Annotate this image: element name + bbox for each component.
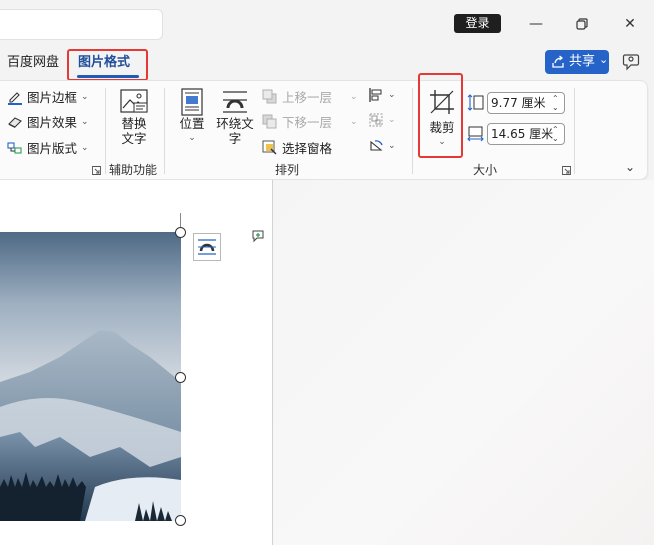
mountain-photo-image bbox=[0, 232, 181, 521]
group-objects-button[interactable]: ⌄ bbox=[368, 112, 396, 128]
width-value: 14.65 厘米 bbox=[491, 127, 554, 141]
group-separator bbox=[412, 88, 413, 174]
chevron-down-icon: ⌄ bbox=[599, 53, 609, 66]
position-label: 位置 bbox=[179, 116, 205, 131]
title-bar: 登录 — ✕ bbox=[0, 0, 654, 46]
chevron-down-icon: ⌄ bbox=[350, 91, 358, 102]
bring-forward-icon bbox=[262, 89, 277, 103]
effects-icon bbox=[8, 116, 22, 128]
share-button[interactable]: 共享 ⌄ bbox=[545, 50, 609, 74]
alt-text-icon bbox=[120, 89, 148, 113]
width-stepper[interactable]: ⌃ ⌄ bbox=[552, 125, 561, 143]
selection-pane-button[interactable]: 选择窗格 bbox=[262, 138, 332, 157]
chevron-down-icon: ⌄ bbox=[81, 91, 89, 102]
restore-icon bbox=[576, 18, 588, 30]
picture-border-label: 图片边框 bbox=[27, 90, 78, 105]
rotate-button[interactable]: ⌄ bbox=[368, 138, 396, 154]
size-group-label: 大小 bbox=[473, 163, 498, 177]
chevron-down-icon: ⌄ bbox=[350, 116, 358, 127]
bring-forward-button[interactable]: 上移一层 ⌄ bbox=[262, 87, 358, 106]
chevron-down-icon: ⌄ bbox=[81, 142, 89, 153]
pen-border-icon bbox=[8, 91, 22, 105]
minimize-button[interactable]: — bbox=[524, 12, 548, 36]
resize-handle-top-right[interactable] bbox=[175, 227, 186, 238]
picture-layout-button[interactable]: 图片版式 ⌄ bbox=[7, 138, 89, 157]
picture-layout-icon bbox=[7, 141, 22, 154]
search-box[interactable] bbox=[0, 9, 163, 40]
width-input[interactable]: 14.65 厘米 ⌃ ⌄ bbox=[487, 123, 565, 145]
comment-person-icon bbox=[622, 54, 640, 71]
position-button[interactable]: 位置 ⌄ bbox=[176, 88, 208, 146]
highlight-box-crop bbox=[418, 73, 463, 158]
layout-options-button[interactable] bbox=[193, 233, 221, 261]
selection-pane-icon bbox=[262, 140, 277, 154]
width-icon bbox=[467, 126, 484, 142]
picture-effects-button[interactable]: 图片效果 ⌄ bbox=[7, 112, 89, 131]
restore-button[interactable] bbox=[570, 12, 594, 36]
alt-text-label: 替换文字 bbox=[121, 116, 147, 146]
dialog-launcher-icon[interactable] bbox=[562, 166, 571, 175]
group-objects-icon bbox=[369, 113, 383, 127]
wrap-text-label: 环绕文字 bbox=[216, 116, 254, 146]
layout-options-icon bbox=[198, 239, 216, 255]
chevron-down-icon: ⌄ bbox=[388, 90, 396, 100]
comments-button[interactable] bbox=[621, 52, 643, 74]
group-separator bbox=[574, 88, 575, 174]
group-separator bbox=[105, 88, 106, 174]
wrap-text-icon bbox=[223, 91, 247, 113]
add-comment-icon[interactable] bbox=[251, 229, 265, 243]
height-stepper[interactable]: ⌃ ⌄ bbox=[552, 94, 561, 112]
share-label: 共享 bbox=[569, 54, 596, 69]
picture-border-button[interactable]: 图片边框 ⌄ bbox=[7, 87, 89, 106]
height-icon bbox=[467, 94, 484, 111]
selected-picture[interactable] bbox=[0, 232, 181, 521]
login-button[interactable]: 登录 bbox=[454, 14, 501, 33]
send-backward-button[interactable]: 下移一层 ⌄ bbox=[262, 112, 358, 131]
picture-effects-label: 图片效果 bbox=[27, 115, 78, 130]
highlight-box-tab bbox=[67, 49, 148, 81]
close-button[interactable]: ✕ bbox=[618, 12, 642, 36]
chevron-down-icon: ⌄ bbox=[81, 116, 89, 127]
group-separator bbox=[164, 88, 165, 174]
chevron-down-icon: ⌄ bbox=[188, 133, 196, 143]
height-input[interactable]: 9.77 厘米 ⌃ ⌄ bbox=[487, 92, 565, 114]
alt-text-button[interactable]: 替换文字 bbox=[116, 88, 152, 146]
picture-layout-label: 图片版式 bbox=[27, 141, 78, 156]
arrange-group-label: 排列 bbox=[275, 163, 300, 177]
align-icon bbox=[369, 88, 382, 102]
align-button[interactable]: ⌄ bbox=[368, 87, 396, 103]
chevron-down-icon: ⌄ bbox=[388, 141, 396, 151]
position-icon bbox=[181, 88, 203, 116]
accessibility-group-label: 辅助功能 bbox=[109, 163, 158, 177]
chevron-down-icon: ⌄ bbox=[388, 115, 396, 125]
share-icon bbox=[552, 55, 564, 68]
bring-forward-label: 上移一层 bbox=[282, 90, 333, 105]
send-backward-label: 下移一层 bbox=[282, 115, 333, 130]
height-value: 9.77 厘米 bbox=[491, 96, 546, 110]
send-backward-icon bbox=[262, 114, 277, 128]
collapse-ribbon-chevron-icon[interactable]: ⌄ bbox=[625, 160, 635, 174]
resize-handle-right[interactable] bbox=[175, 372, 186, 383]
wrap-text-button[interactable]: 环绕文字 bbox=[215, 88, 255, 146]
tab-baidu-netdisk[interactable]: 百度网盘 bbox=[7, 54, 59, 74]
dialog-launcher-icon[interactable] bbox=[92, 166, 101, 175]
rotate-icon bbox=[370, 140, 383, 151]
selection-pane-label: 选择窗格 bbox=[282, 141, 333, 156]
canvas-background bbox=[273, 180, 654, 545]
resize-handle-bottom-right[interactable] bbox=[175, 515, 186, 526]
